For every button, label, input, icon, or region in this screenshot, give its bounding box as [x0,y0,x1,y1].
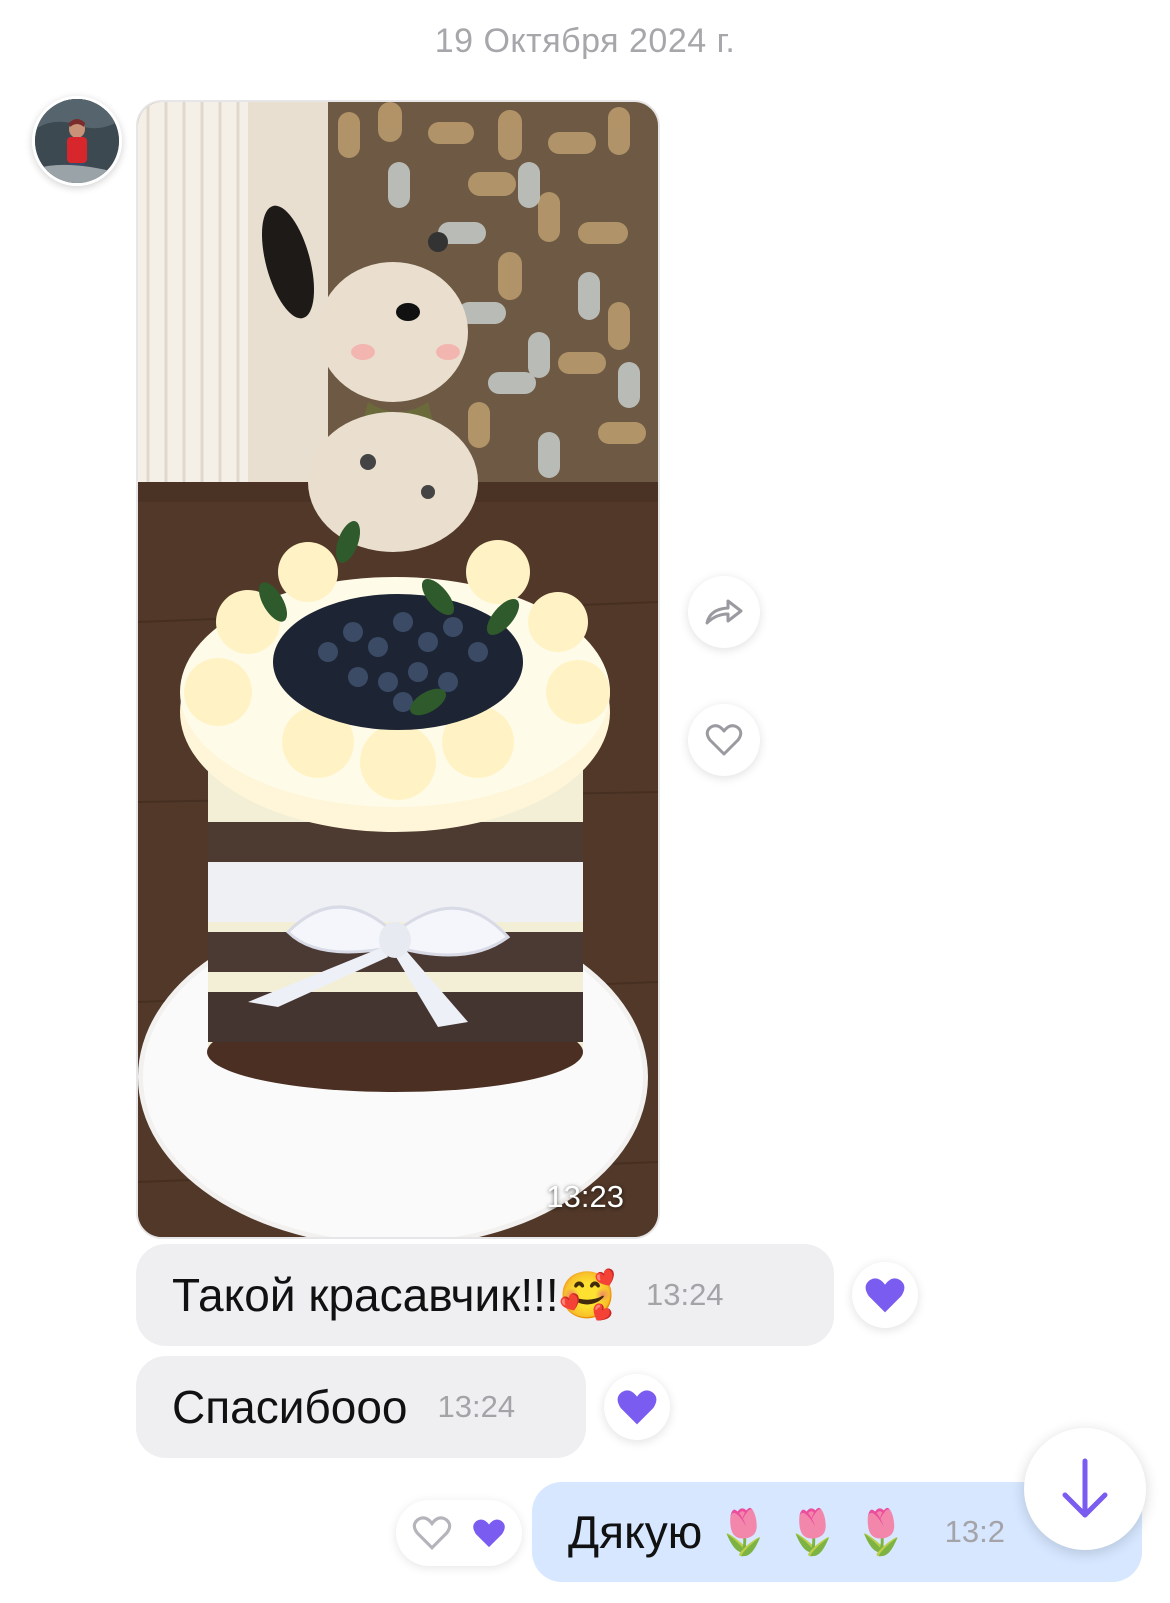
message-text: Дякую [568,1506,703,1558]
sender-avatar[interactable] [32,96,122,186]
tulip-emoji: 🌷 [785,1508,840,1557]
reaction-badge[interactable] [604,1374,670,1440]
forward-icon [705,599,743,625]
like-button[interactable] [688,704,760,776]
heart-filled-icon [617,1390,657,1425]
message-text: Спасибооо [172,1381,408,1433]
message-text: Такой красавчик!!!🥰 [172,1268,616,1321]
heart-outline-icon[interactable] [412,1515,452,1551]
incoming-photo[interactable]: 13:23 [136,100,660,1239]
forward-button[interactable] [688,576,760,648]
message-time: 13:24 [645,1277,724,1312]
heart-outline-icon [705,724,743,756]
heart-filled-icon [865,1278,905,1313]
avatar-image [35,99,119,183]
heart-filled-icon [472,1519,505,1548]
message-time: 13:24 [437,1389,516,1424]
cake-photo-image [138,102,658,1237]
arrow-down-icon [1062,1458,1108,1518]
tulip-emoji: 🌷 [716,1508,772,1557]
tulip-emoji: 🌷 [853,1508,909,1557]
message-reactions[interactable] [396,1500,522,1566]
message-time: 13:2 [944,1514,1005,1549]
reaction-badge[interactable] [852,1262,918,1328]
incoming-message[interactable]: Спасибооо 13:24 [136,1356,586,1458]
scroll-to-bottom-button[interactable] [1024,1428,1146,1550]
date-separator: 19 Октября 2024 г. [434,22,736,60]
photo-timestamp: 13:23 [546,1179,624,1214]
incoming-message[interactable]: Такой красавчик!!!🥰 13:24 [136,1244,834,1346]
